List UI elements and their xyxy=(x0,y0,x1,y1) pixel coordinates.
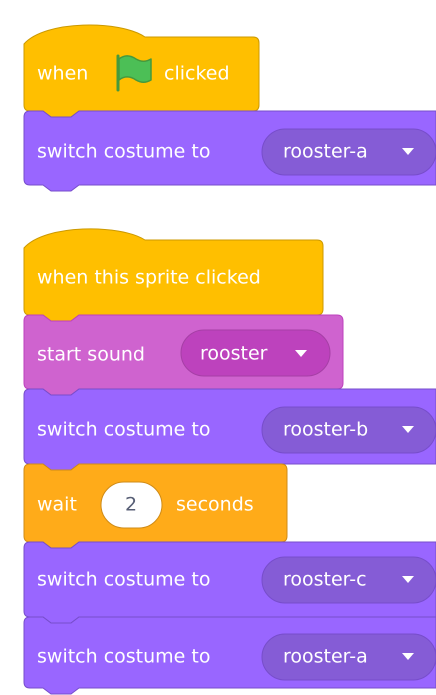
wait-unit-label: seconds xyxy=(176,494,254,516)
sound-dropdown-value: rooster xyxy=(200,343,268,365)
costume-dropdown-value: rooster-c xyxy=(283,569,367,591)
hat-when-text: when xyxy=(37,63,88,85)
costume-dropdown[interactable]: rooster-c xyxy=(261,556,436,604)
switch-costume-label: switch costume to xyxy=(37,646,210,668)
switch-costume-block[interactable]: switch costume to rooster-a xyxy=(23,110,436,192)
costume-dropdown[interactable]: rooster-a xyxy=(261,633,436,681)
switch-costume-label: switch costume to xyxy=(37,141,210,163)
wait-seconds-input[interactable]: 2 xyxy=(100,481,163,529)
wait-seconds-value: 2 xyxy=(125,494,137,516)
sound-dropdown[interactable]: rooster xyxy=(180,329,331,377)
switch-costume-block[interactable]: switch costume to rooster-c xyxy=(23,541,436,624)
costume-dropdown-value: rooster-b xyxy=(283,419,368,441)
start-sound-block[interactable]: start sound rooster xyxy=(23,314,344,396)
hat-label: when this sprite clicked xyxy=(37,267,261,289)
wait-label: wait xyxy=(37,494,77,516)
start-sound-label: start sound xyxy=(37,344,145,366)
wait-block[interactable]: wait 2 seconds xyxy=(23,463,288,549)
costume-dropdown-value: rooster-a xyxy=(283,646,368,668)
costume-dropdown[interactable]: rooster-b xyxy=(261,406,436,454)
costume-dropdown-value: rooster-a xyxy=(283,141,368,163)
switch-costume-label: switch costume to xyxy=(37,419,210,441)
when-flag-clicked-hat-block[interactable]: when clicked xyxy=(23,24,260,118)
costume-dropdown[interactable]: rooster-a xyxy=(261,128,436,176)
switch-costume-label: switch costume to xyxy=(37,569,210,591)
switch-costume-block[interactable]: switch costume to rooster-a xyxy=(23,616,436,695)
hat-clicked-text: clicked xyxy=(164,63,230,85)
switch-costume-block[interactable]: switch costume to rooster-b xyxy=(23,388,436,471)
code-area: when clicked switch costume to rooster-a… xyxy=(23,24,436,695)
when-sprite-clicked-hat-block[interactable]: when this sprite clicked xyxy=(23,228,324,322)
